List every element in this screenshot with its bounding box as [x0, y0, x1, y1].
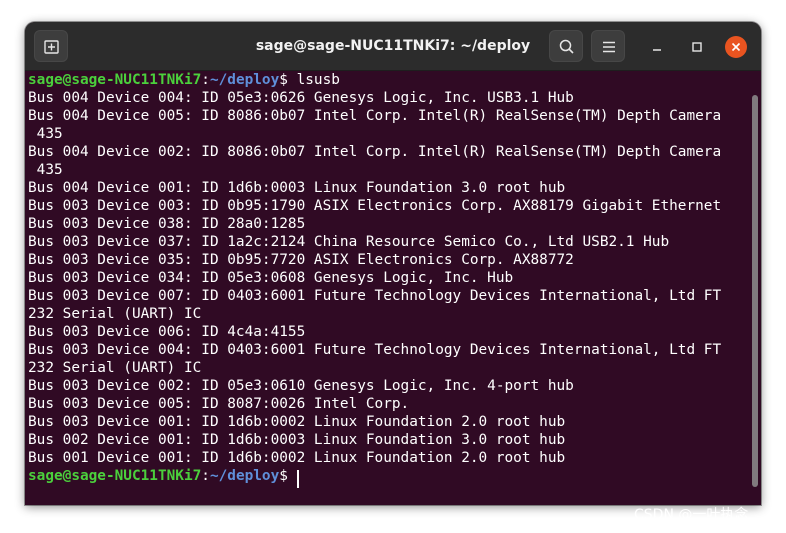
minimize-button[interactable] — [646, 36, 668, 58]
title-bar[interactable]: sage@sage-NUC11TNKi7: ~/deploy — [25, 22, 761, 71]
output-line: Bus 003 Device 037: ID 1a2c:2124 China R… — [28, 234, 670, 250]
prompt-symbol: $ — [279, 468, 297, 484]
maximize-button[interactable] — [686, 36, 708, 58]
output-line: Bus 004 Device 005: ID 8086:0b07 Intel C… — [28, 108, 722, 124]
output-line: Bus 004 Device 002: ID 8086:0b07 Intel C… — [28, 144, 722, 160]
output-line: 232 Serial (UART) IC — [28, 306, 202, 322]
new-tab-icon — [44, 40, 59, 54]
search-icon — [559, 39, 574, 54]
terminal-area[interactable]: sage@sage-NUC11TNKi7:~/deploy$ lsusb Bus… — [25, 71, 761, 505]
prompt-separator: : — [201, 72, 210, 88]
output-line: Bus 003 Device 034: ID 05e3:0608 Genesys… — [28, 270, 514, 286]
prompt-user-host: sage@sage-NUC11TNKi7 — [28, 468, 202, 484]
scrollbar[interactable] — [752, 95, 758, 487]
output-line: Bus 003 Device 035: ID 0b95:7720 ASIX El… — [28, 252, 574, 268]
output-line: 435 — [28, 162, 63, 178]
prompt-separator: : — [201, 468, 210, 484]
new-tab-button[interactable] — [34, 30, 68, 62]
terminal-window: sage@sage-NUC11TNKi7: ~/deploy sage@sage… — [25, 22, 761, 505]
command-text: lsusb — [296, 72, 340, 88]
close-button[interactable] — [725, 36, 747, 58]
search-button[interactable] — [549, 30, 583, 62]
output-line: Bus 003 Device 005: ID 8087:0026 Intel C… — [28, 396, 410, 412]
minimize-icon — [653, 49, 661, 51]
watermark: CSDN @一叶执念 — [634, 507, 749, 523]
output-line: Bus 003 Device 003: ID 0b95:1790 ASIX El… — [28, 198, 722, 214]
prompt-symbol: $ — [279, 72, 297, 88]
output-line: Bus 004 Device 004: ID 05e3:0626 Genesys… — [28, 90, 574, 106]
output-line: Bus 003 Device 007: ID 0403:6001 Future … — [28, 288, 722, 304]
close-icon — [731, 42, 741, 52]
output-line: Bus 004 Device 001: ID 1d6b:0003 Linux F… — [28, 180, 566, 196]
terminal-text: sage@sage-NUC11TNKi7:~/deploy$ lsusb Bus… — [28, 71, 721, 488]
output-line: Bus 003 Device 006: ID 4c4a:4155 — [28, 324, 306, 340]
prompt-path: ~/deploy — [209, 468, 280, 484]
output-line: Bus 003 Device 001: ID 1d6b:0002 Linux F… — [28, 414, 566, 430]
menu-button[interactable] — [591, 30, 625, 62]
text-cursor — [296, 470, 299, 488]
output-line: 435 — [28, 126, 63, 142]
output-line: 232 Serial (UART) IC — [28, 360, 202, 376]
output-line: Bus 003 Device 038: ID 28a0:1285 — [28, 216, 306, 232]
output-line: Bus 002 Device 001: ID 1d6b:0003 Linux F… — [28, 432, 566, 448]
prompt-path: ~/deploy — [209, 72, 280, 88]
maximize-icon — [692, 42, 702, 52]
output-line: Bus 003 Device 004: ID 0403:6001 Future … — [28, 342, 722, 358]
prompt-user-host: sage@sage-NUC11TNKi7 — [28, 72, 202, 88]
output-line: Bus 003 Device 002: ID 05e3:0610 Genesys… — [28, 378, 574, 394]
hamburger-menu-icon — [603, 41, 615, 53]
output-line: Bus 001 Device 001: ID 1d6b:0002 Linux F… — [28, 450, 566, 466]
